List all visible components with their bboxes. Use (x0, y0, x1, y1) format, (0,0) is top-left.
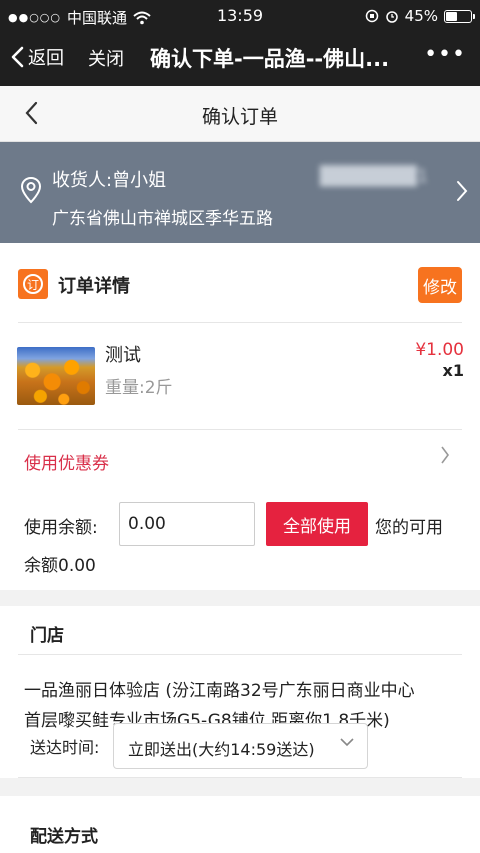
back-label: 返回 (28, 48, 64, 69)
order-icon: 订 (18, 269, 48, 299)
product-weight: 重量:2斤 (105, 378, 173, 398)
chevron-left-icon (11, 46, 24, 68)
order-details-section: 订 订单详情 修改 测试 重量:2斤 ¥1.00 x1 使用优惠券 使用余额: … (0, 243, 480, 590)
back-button[interactable]: 返回 (10, 44, 64, 70)
page-header: 确认订单 (0, 86, 480, 142)
product-name: 测试 (105, 345, 141, 366)
shipping-title: 配送方式 (30, 827, 98, 847)
window-title: 确认下单-一品渔--佛山... (150, 47, 390, 71)
delivery-time-value: 立即送出(大约14:59送达) (128, 740, 315, 759)
divider (18, 429, 462, 430)
store-title: 门店 (30, 626, 64, 646)
address-card[interactable]: 收货人:曾小姐 ███████1 广东省佛山市禅城区季华五路 (0, 142, 480, 243)
chevron-right-icon[interactable] (440, 445, 450, 465)
status-right: 45% (365, 7, 475, 25)
close-button[interactable]: 关闭 (88, 45, 124, 71)
order-details-title: 订单详情 (58, 276, 130, 297)
divider (18, 322, 462, 323)
page-title: 确认订单 (201, 106, 278, 128)
status-bar: ●●○○○ 中国联通 13:59 45% (0, 0, 480, 32)
balance-label: 使用余额: (24, 518, 98, 538)
edit-order-button[interactable]: 修改 (418, 267, 462, 303)
store-section: 门店 一品渔丽日体验店 (汾江南路32号广东丽日商业中心首层嚟买鲑专业市场G5-… (0, 606, 480, 778)
product-quantity: x1 (442, 361, 464, 380)
use-coupon-link[interactable]: 使用优惠券 (24, 449, 109, 474)
available-balance-text: 您的可用 (375, 518, 443, 538)
delivery-time-select[interactable]: 立即送出(大约14:59送达) (113, 723, 368, 769)
wechat-title-bar: 返回 关闭 确认下单-一品渔--佛山... ••• (0, 32, 480, 86)
divider (18, 654, 462, 655)
chevron-down-icon (340, 738, 354, 747)
battery-icon (444, 9, 475, 23)
address-detail: 广东省佛山市禅城区季华五路 (52, 209, 273, 229)
location-pin-icon (20, 176, 42, 204)
divider (18, 777, 462, 778)
recipient-name: 收货人:曾小姐 (52, 170, 167, 191)
delivery-time-label: 送达时间: (30, 738, 100, 757)
balance-input[interactable] (119, 502, 255, 546)
recipient-phone: ███████1 (320, 166, 429, 187)
more-menu-icon[interactable]: ••• (424, 42, 466, 67)
orientation-lock-icon (365, 9, 378, 23)
battery-percent: 45% (404, 7, 438, 25)
product-price: ¥1.00 (415, 340, 464, 360)
use-all-balance-button[interactable]: 全部使用 (266, 502, 368, 546)
chevron-right-icon (457, 181, 468, 201)
available-balance-amount: 余额0.00 (24, 556, 96, 576)
alarm-icon (385, 11, 398, 23)
order-details-header: 订 订单详情 修改 (0, 243, 480, 323)
product-image[interactable] (17, 347, 95, 405)
battery-level-fill (446, 11, 457, 21)
shipping-section: 配送方式 (0, 796, 480, 853)
